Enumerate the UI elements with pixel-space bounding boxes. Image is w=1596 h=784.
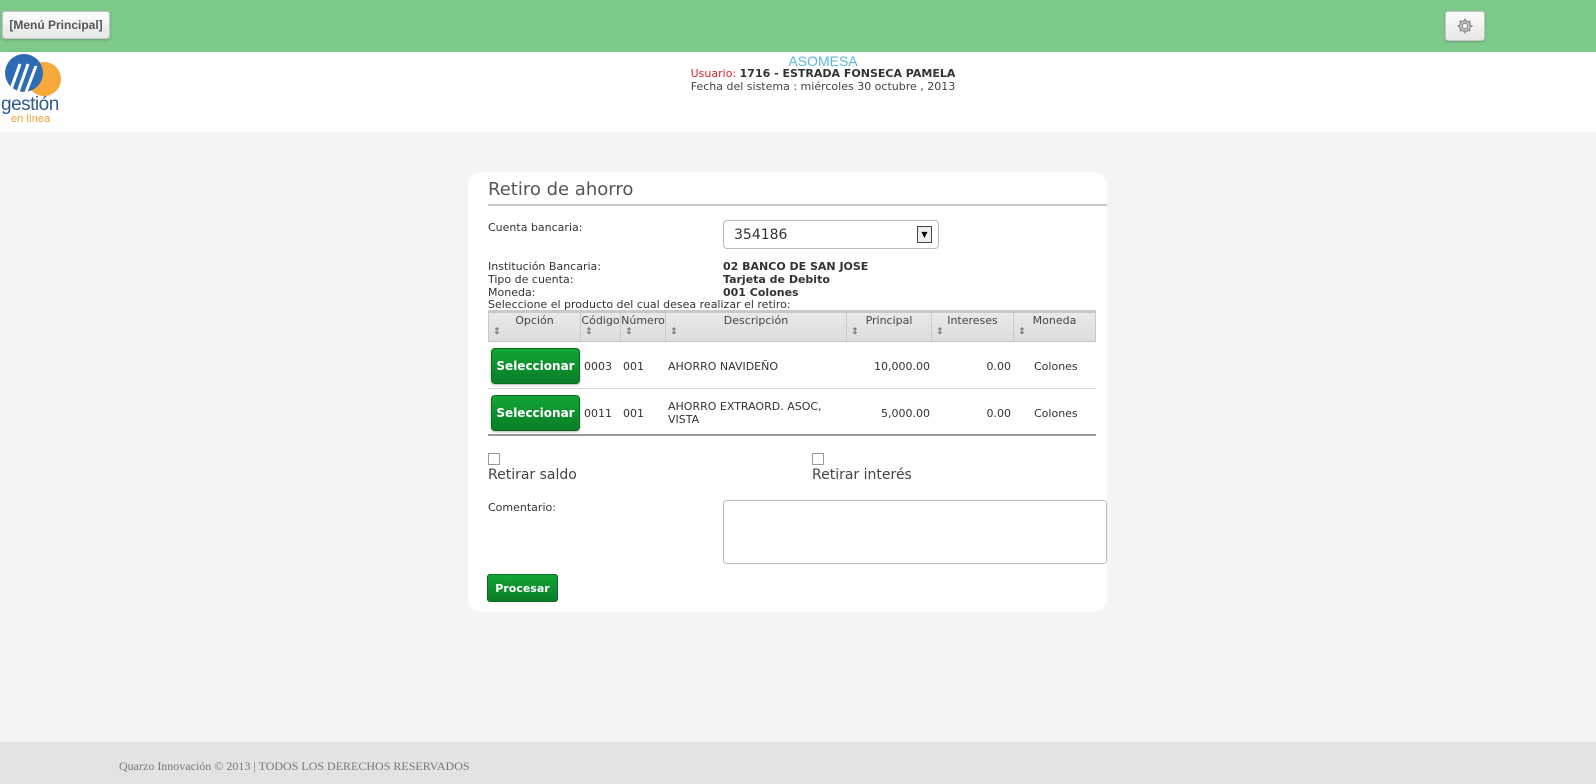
column-header-principal[interactable]: Principal ⇕ [847, 313, 932, 342]
page-title: Retiro de ahorro [488, 179, 634, 200]
cell-description: AHORRO EXTRAORD. ASOC, VISTA [668, 400, 822, 426]
top-bar: [Menú Principal] [0, 0, 1596, 52]
cell-interest: 0.00 [986, 360, 1012, 373]
sort-icon[interactable]: ⇕ [936, 327, 944, 337]
withdraw-balance-checkbox[interactable] [488, 453, 500, 465]
cell-principal: 5,000.00 [881, 407, 930, 420]
table-row: Seleccionar 0011 001 AHORRO EXTRAORD. AS… [488, 389, 1096, 436]
cell-code: 0003 [584, 360, 612, 373]
column-header-code[interactable]: Código ⇕ [581, 313, 621, 342]
sort-icon[interactable]: ⇕ [585, 327, 593, 337]
gear-icon [1457, 18, 1473, 34]
column-header-interest[interactable]: Intereses ⇕ [932, 313, 1014, 342]
settings-button[interactable] [1445, 11, 1485, 41]
institution-label: Institución Bancaria: [488, 260, 601, 273]
column-header-option[interactable]: Opción ⇕ [489, 313, 581, 342]
cell-currency: Colones [1034, 407, 1078, 420]
sort-icon[interactable]: ⇕ [493, 327, 501, 337]
select-product-button[interactable]: Seleccionar [491, 395, 580, 431]
page-header: gestión en línea ASOMESA Usuario: 1716 -… [0, 52, 1596, 132]
account-select[interactable]: 354186 ▼ [723, 220, 939, 249]
page-footer: Quarzo Innovación © 2013 | TODOS LOS DER… [0, 742, 1596, 784]
products-table: Opción ⇕ Código ⇕ Número ⇕ Descripción ⇕… [488, 310, 1096, 436]
table-header: Opción ⇕ Código ⇕ Número ⇕ Descripción ⇕… [488, 310, 1096, 342]
select-product-button[interactable]: Seleccionar [491, 348, 580, 384]
user-info: Usuario: 1716 - ESTRADA FONSECA PAMELA [0, 67, 1596, 80]
sort-icon[interactable]: ⇕ [670, 327, 678, 337]
withdraw-interest-checkbox[interactable] [812, 453, 824, 465]
column-header-number[interactable]: Número ⇕ [621, 313, 666, 342]
cell-number: 001 [623, 360, 644, 373]
cell-interest: 0.00 [986, 407, 1012, 420]
account-select-value: 354186 [734, 227, 788, 243]
account-label: Cuenta bancaria: [488, 221, 583, 234]
user-value: 1716 - ESTRADA FONSECA PAMELA [739, 67, 956, 80]
sort-icon[interactable]: ⇕ [625, 327, 633, 337]
cell-principal: 10,000.00 [874, 360, 930, 373]
system-date: Fecha del sistema : miércoles 30 octubre… [690, 80, 956, 93]
withdraw-balance-label: Retirar saldo [488, 467, 577, 483]
cell-currency: Colones [1034, 360, 1078, 373]
column-header-currency[interactable]: Moneda ⇕ [1014, 313, 1095, 342]
sort-icon[interactable]: ⇕ [1018, 327, 1026, 337]
process-button[interactable]: Procesar [487, 574, 558, 602]
sort-icon[interactable]: ⇕ [851, 327, 859, 337]
title-divider [488, 204, 1107, 206]
footer-text: Quarzo Innovación © 2013 | TODOS LOS DER… [119, 759, 470, 773]
institution-value: 02 BANCO DE SAN JOSE [723, 260, 869, 273]
column-header-description[interactable]: Descripción ⇕ [666, 313, 847, 342]
user-label: Usuario: [690, 67, 737, 80]
cell-code: 0011 [584, 407, 612, 420]
account-type-value: Tarjeta de Debito [723, 273, 830, 286]
logo-subtext: en línea [11, 113, 51, 125]
withdraw-interest-label: Retirar interés [812, 467, 912, 483]
cell-number: 001 [623, 407, 644, 420]
chevron-down-icon[interactable]: ▼ [917, 226, 932, 243]
account-type-label: Tipo de cuenta: [488, 273, 574, 286]
withdrawal-form-card: Retiro de ahorro Cuenta bancaria: 354186… [468, 172, 1107, 612]
cell-description: AHORRO NAVIDEÑO [668, 360, 779, 373]
main-menu-button[interactable]: [Menú Principal] [2, 11, 110, 39]
comment-label: Comentario: [488, 501, 556, 514]
comment-textarea[interactable] [723, 500, 1107, 564]
table-row: Seleccionar 0003 001 AHORRO NAVIDEÑO 10,… [488, 342, 1096, 389]
